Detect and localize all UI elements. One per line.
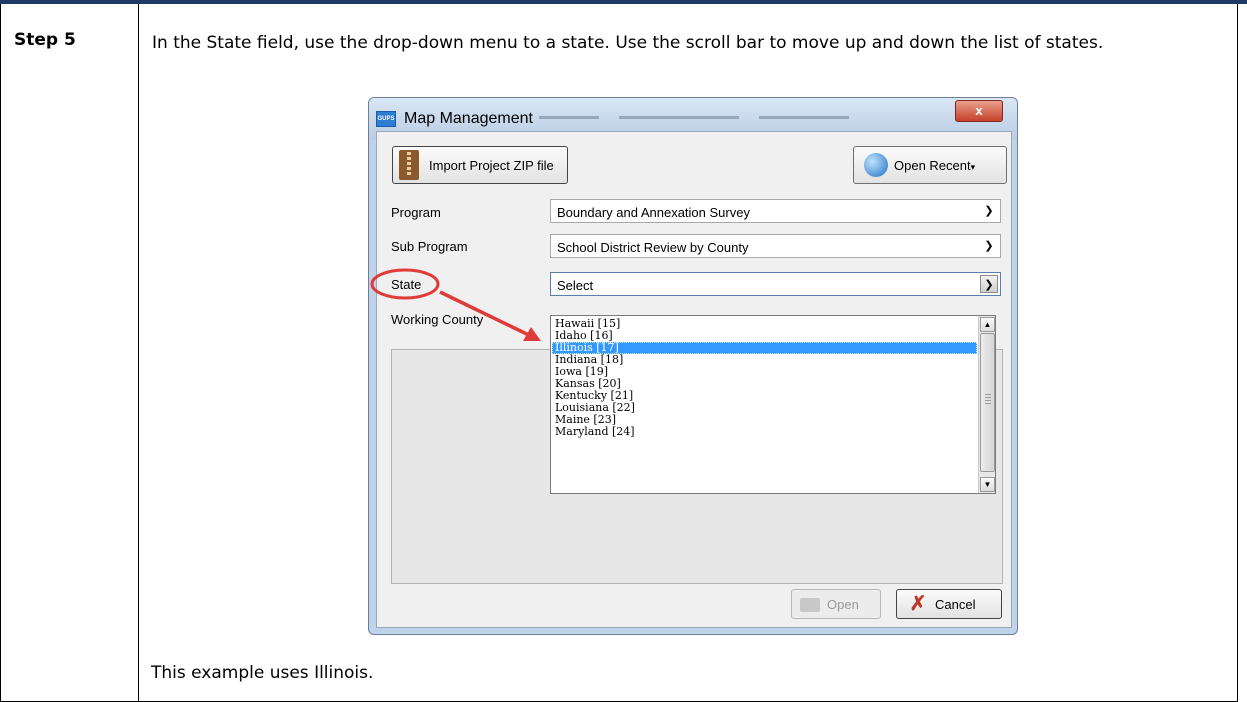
dialog-client-area: Import Project ZIP file Open Recent▾ Pro… — [376, 131, 1012, 628]
state-option[interactable]: Indiana [18] — [552, 354, 977, 366]
state-label: State — [391, 277, 422, 292]
title-bar-streak — [619, 116, 739, 119]
table-column-divider — [138, 4, 139, 701]
title-bar-streak — [539, 116, 599, 119]
import-project-zip-button[interactable]: Import Project ZIP file — [392, 146, 568, 184]
scrollbar-thumb[interactable] — [980, 333, 995, 472]
globe-icon — [864, 153, 888, 177]
open-recent-button[interactable]: Open Recent▾ — [853, 146, 1007, 184]
step-instructions: In the State field, use the drop-down me… — [152, 33, 1104, 53]
program-value: Boundary and Annexation Survey — [557, 205, 750, 220]
state-option[interactable]: Hawaii [15] — [552, 318, 977, 330]
state-select[interactable]: Select ❯ — [550, 272, 1001, 296]
sub-program-label: Sub Program — [391, 239, 468, 254]
state-option[interactable]: Maryland [24] — [552, 426, 977, 438]
open-button[interactable]: Open — [791, 589, 881, 619]
chevron-down-icon[interactable]: ❯ — [980, 275, 998, 293]
step-label: Step 5 — [14, 30, 76, 50]
program-label: Program — [391, 205, 441, 220]
scroll-up-arrow-icon[interactable]: ▲ — [980, 317, 995, 332]
chevron-down-icon: ❯ — [984, 205, 994, 217]
state-value: Select — [557, 278, 594, 293]
app-icon: GUPS — [376, 111, 396, 127]
open-button-label: Open — [827, 597, 859, 612]
dropdown-scrollbar[interactable]: ▲ ▼ — [978, 316, 995, 493]
open-recent-label: Open Recent▾ — [894, 158, 976, 173]
cancel-x-icon: ✗ — [909, 593, 927, 615]
folder-icon — [800, 598, 820, 612]
cancel-button[interactable]: ✗ Cancel — [896, 589, 1002, 619]
caret-down-icon: ▾ — [970, 162, 976, 172]
window-title: Map Management — [404, 110, 533, 127]
program-select[interactable]: Boundary and Annexation Survey ❯ — [550, 199, 1001, 223]
grip-icon — [985, 394, 991, 404]
title-bar-streak — [759, 116, 849, 119]
scroll-down-arrow-icon[interactable]: ▼ — [980, 477, 995, 492]
example-note: This example uses Illinois. — [151, 663, 374, 683]
map-management-window: GUPS Map Management x Import Project ZIP… — [368, 97, 1018, 635]
sub-program-select[interactable]: School District Review by County ❯ — [550, 234, 1001, 258]
cancel-button-label: Cancel — [935, 597, 976, 612]
import-button-label: Import Project ZIP file — [429, 158, 554, 173]
close-button[interactable]: x — [955, 100, 1003, 122]
zip-archive-icon — [399, 150, 419, 180]
sub-program-value: School District Review by County — [557, 240, 749, 255]
working-county-label: Working County — [391, 312, 484, 327]
chevron-down-icon: ❯ — [984, 240, 994, 252]
state-dropdown-list[interactable]: Hawaii [15] Idaho [16] Illinois [17] Indian… — [550, 315, 996, 494]
